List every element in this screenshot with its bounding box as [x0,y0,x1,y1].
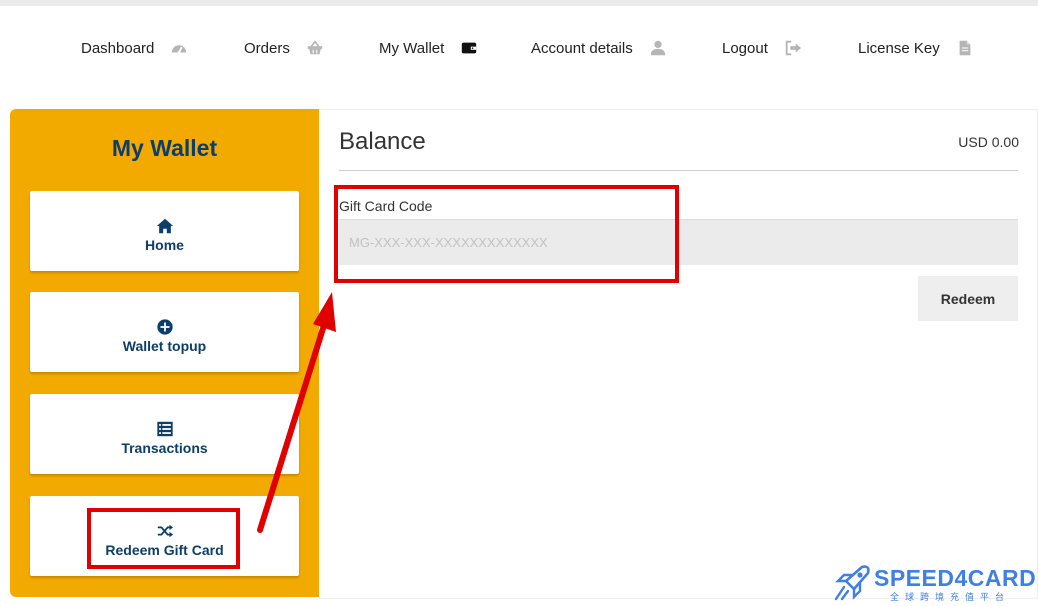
sidebar-item-wallet-topup-label: Wallet topup [122,338,207,354]
account-nav: Dashboard Orders My Wallet Account detai… [0,30,1038,66]
sidebar-item-wallet-topup[interactable]: Wallet topup [30,292,299,372]
watermark-tagline: 全球跨境充值平台 [890,592,1011,602]
gift-card-code-label: Gift Card Code [339,198,433,214]
sidebar-item-home[interactable]: Home [30,191,299,271]
nav-license-key-label: License Key [858,39,940,57]
nav-my-wallet[interactable]: My Wallet [379,30,478,66]
nav-license-key[interactable]: License Key [858,30,974,66]
sidebar-item-transactions-label: Transactions [121,440,208,456]
nav-account-details[interactable]: Account details [531,30,667,66]
nav-orders[interactable]: Orders [244,30,324,66]
nav-logout[interactable]: Logout [722,30,802,66]
user-icon [649,39,667,57]
speed4card-watermark: SPEED4CARD 全球跨境充值平台 [832,563,1037,605]
list-icon [30,420,299,438]
nav-account-details-label: Account details [531,39,633,57]
divider [339,170,1018,171]
wallet-icon [460,39,478,57]
balance-title: Balance [339,128,426,155]
home-icon [30,217,299,235]
nav-dashboard-label: Dashboard [81,39,155,57]
nav-logout-label: Logout [722,39,768,57]
sidebar-title: My Wallet [111,135,218,161]
balance-panel: Balance USD 0.00 Gift Card Code Redeem [319,109,1038,599]
watermark-brand: SPEED4CARD [874,565,1037,591]
redeem-button[interactable]: Redeem [918,276,1018,321]
wallet-sidebar: My Wallet Home Wallet topup Transactions… [10,109,319,597]
rocket-logo-icon [834,565,870,601]
nav-orders-label: Orders [244,39,290,57]
shuffle-icon [30,522,299,540]
top-strip [0,0,1038,6]
dashboard-icon [170,39,188,57]
nav-my-wallet-label: My Wallet [379,39,445,57]
plus-circle-icon [30,318,299,336]
sidebar-item-redeem-gift-card-label: Redeem Gift Card [105,542,224,558]
sidebar-item-redeem-gift-card[interactable]: Redeem Gift Card [30,496,299,576]
document-icon [956,39,974,57]
basket-icon [306,39,324,57]
sidebar-item-home-label: Home [145,237,184,253]
logout-icon [784,39,802,57]
sidebar-item-transactions[interactable]: Transactions [30,394,299,474]
gift-card-code-input[interactable] [339,219,1018,265]
nav-dashboard[interactable]: Dashboard [81,30,188,66]
balance-amount: USD 0.00 [958,134,1019,150]
